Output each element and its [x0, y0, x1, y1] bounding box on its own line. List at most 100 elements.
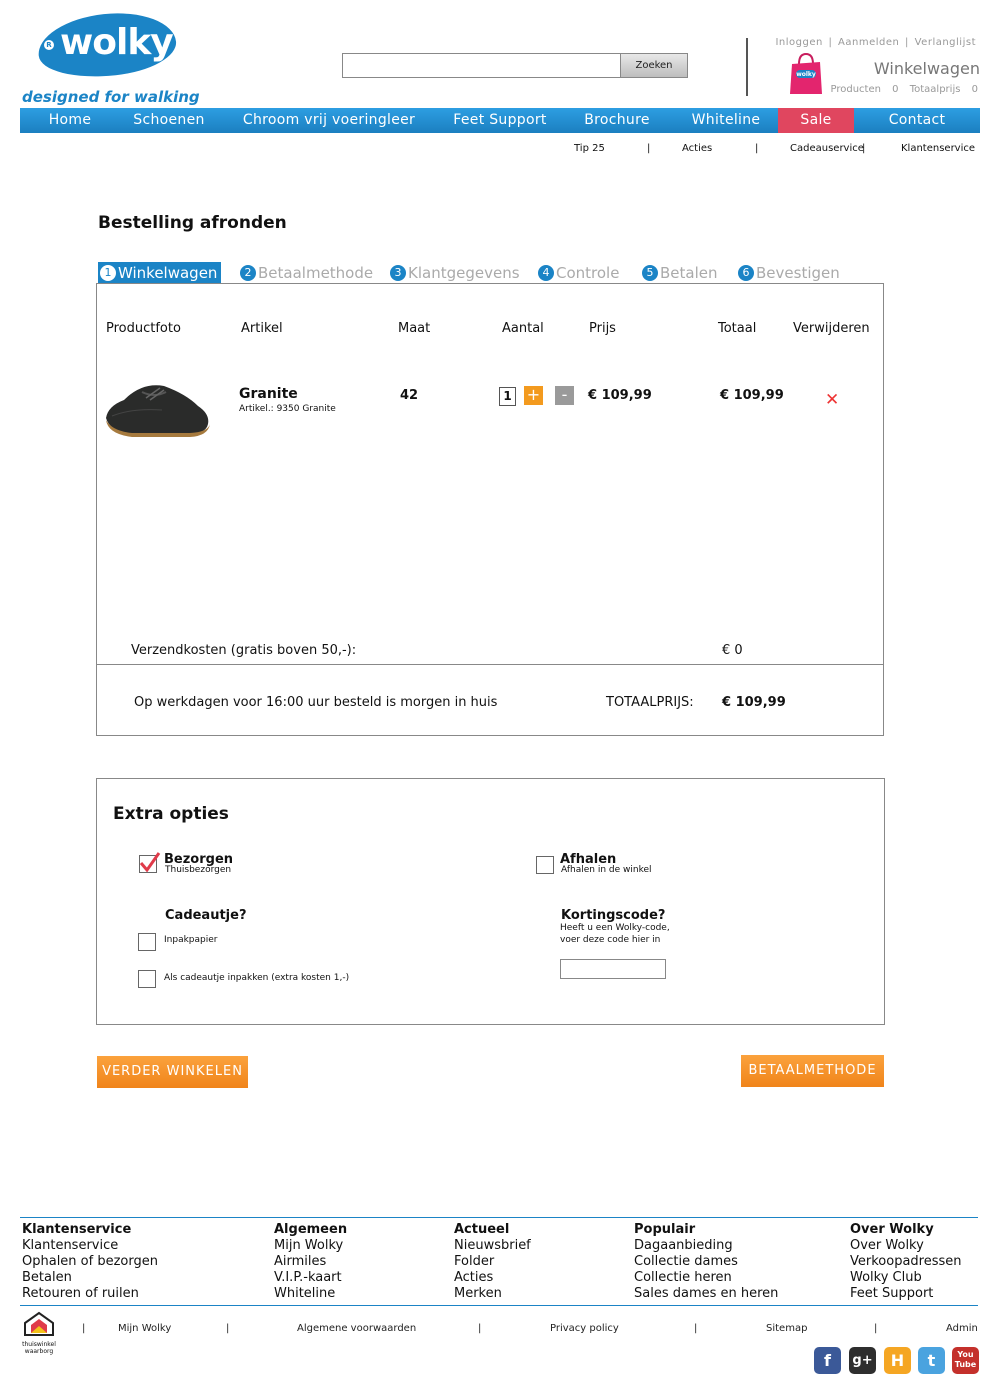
step-winkelwagen[interactable]: 1 Winkelwagen [98, 262, 222, 283]
bezorgen-sub: Thuisbezorgen [165, 865, 232, 875]
footer-link[interactable]: Whiteline [274, 1286, 347, 1302]
cadeau-inpakken-label: Als cadeautje inpakken (extra kosten 1,-… [164, 973, 350, 983]
hyves-icon[interactable]: H [884, 1347, 911, 1374]
footer-link[interactable]: Feet Support [850, 1286, 962, 1302]
col-header-artikel: Artikel [241, 321, 283, 336]
subnav-sep: | [647, 143, 651, 154]
footer-link[interactable]: V.I.P.-kaart [274, 1270, 347, 1286]
col-header-aantal: Aantal [502, 321, 544, 336]
quantity-field[interactable]: 1 [499, 387, 516, 406]
footer-link[interactable]: Folder [454, 1254, 531, 1270]
footer-link[interactable]: Klantenservice [22, 1238, 158, 1254]
registered-mark: R [44, 40, 54, 50]
search-button[interactable]: Zoeken [620, 53, 688, 78]
footer-link[interactable]: Sales dames en heren [634, 1286, 778, 1302]
footer-link[interactable]: Wolky Club [850, 1270, 962, 1286]
footer-link[interactable]: Betalen [22, 1270, 158, 1286]
footer-link[interactable]: Retouren of ruilen [22, 1286, 158, 1302]
footer-col-algemeen: Algemeen Mijn Wolky Airmiles V.I.P.-kaar… [274, 1222, 347, 1302]
step-label: Winkelwagen [118, 263, 218, 282]
search-input[interactable] [342, 53, 622, 78]
continue-shopping-button[interactable]: VERDER WINKELEN [97, 1056, 248, 1088]
nav-feet-support[interactable]: Feet Support [440, 108, 560, 133]
subnav-cadeauservice[interactable]: Cadeauservice [790, 143, 864, 154]
badge-text: thuiswinkel [22, 1341, 56, 1348]
nav-schoenen[interactable]: Schoenen [120, 108, 218, 133]
payment-method-button[interactable]: BETAALMETHODE [741, 1055, 884, 1087]
step-betaalmethode[interactable]: 2 Betaalmethode [240, 262, 373, 283]
quantity-increase-button[interactable]: + [524, 386, 543, 405]
footer-link-admin[interactable]: Admin [946, 1323, 978, 1334]
wishlist-link[interactable]: Verlanglijst [915, 37, 976, 48]
footer-link[interactable]: Merken [454, 1286, 531, 1302]
footer-link[interactable]: Nieuwsbrief [454, 1238, 531, 1254]
header-divider [746, 38, 748, 96]
step-label: Controle [556, 263, 620, 282]
footer-link[interactable]: Mijn Wolky [274, 1238, 347, 1254]
footer-link[interactable]: Ophalen of bezorgen [22, 1254, 158, 1270]
subnav-klantenservice[interactable]: Klantenservice [901, 143, 975, 154]
step-label: Betaalmethode [258, 263, 374, 282]
product-name[interactable]: Granite [239, 386, 298, 402]
thuiswinkel-house-icon [24, 1311, 54, 1336]
thuiswinkel-badge[interactable]: thuiswinkel waarborg [21, 1311, 57, 1355]
nav-chroom-vrij[interactable]: Chroom vrij voeringleer [218, 108, 440, 133]
subnav-acties[interactable]: Acties [682, 143, 712, 154]
footer-link-voorwaarden[interactable]: Algemene voorwaarden [297, 1323, 416, 1334]
footer-col-actueel: Actueel Nieuwsbrief Folder Acties Merken [454, 1222, 531, 1302]
col-header-verwijderen: Verwijderen [793, 321, 870, 336]
footer-link-privacy[interactable]: Privacy policy [550, 1323, 619, 1334]
cart-title[interactable]: Winkelwagen [874, 59, 980, 78]
bezorgen-checkbox[interactable] [139, 852, 161, 873]
product-total: € 109,99 [720, 388, 784, 403]
google-plus-icon[interactable]: g+ [849, 1347, 876, 1374]
afhalen-checkbox[interactable] [536, 856, 554, 874]
footer-heading: Over Wolky [850, 1222, 934, 1237]
total-price-value: 0 [971, 84, 978, 95]
nav-home[interactable]: Home [20, 108, 120, 133]
total-value: € 109,99 [722, 695, 786, 710]
step-controle[interactable]: 4 Controle [538, 262, 619, 283]
products-count: 0 [892, 84, 899, 95]
subnav-sep: | [755, 143, 759, 154]
step-klantgegevens[interactable]: 3 Klantgegevens [390, 262, 520, 283]
tagline: designed for walking [22, 88, 200, 106]
col-header-productfoto: Productfoto [106, 321, 181, 336]
twitter-icon[interactable]: t [918, 1347, 945, 1374]
footer-link[interactable]: Collectie heren [634, 1270, 778, 1286]
footer-link[interactable]: Airmiles [274, 1254, 347, 1270]
total-label: TOTAALPRIJS: [606, 695, 694, 710]
remove-item-icon[interactable]: ✕ [825, 390, 839, 410]
nav-contact[interactable]: Contact [854, 108, 980, 133]
login-link[interactable]: Inloggen [775, 37, 822, 48]
footer-link-sitemap[interactable]: Sitemap [766, 1323, 807, 1334]
page-title: Bestelling afronden [98, 213, 287, 233]
footer-link-mijn-wolky[interactable]: Mijn Wolky [118, 1323, 171, 1334]
footer-link[interactable]: Acties [454, 1270, 531, 1286]
footer-link[interactable]: Collectie dames [634, 1254, 778, 1270]
nav-whiteline[interactable]: Whiteline [674, 108, 778, 133]
quantity-decrease-button[interactable]: - [555, 386, 574, 405]
facebook-icon[interactable]: f [814, 1347, 841, 1374]
footer-heading: Populair [634, 1222, 696, 1237]
subnav-tip25[interactable]: Tip 25 [574, 143, 605, 154]
footer-link[interactable]: Over Wolky [850, 1238, 962, 1254]
footer-link[interactable]: Verkoopadressen [850, 1254, 962, 1270]
cadeau-inpakken-checkbox[interactable] [138, 970, 156, 988]
footer-top-line [20, 1217, 978, 1218]
footer-link[interactable]: Dagaanbieding [634, 1238, 778, 1254]
discount-code-input[interactable] [560, 959, 666, 979]
product-photo[interactable] [102, 376, 212, 442]
inpakpapier-checkbox[interactable] [138, 933, 156, 951]
divider [97, 664, 883, 665]
youtube-icon[interactable]: You Tube [952, 1347, 979, 1374]
footer-col-over-wolky: Over Wolky Over Wolky Verkoopadressen Wo… [850, 1222, 962, 1302]
shopping-bag-icon[interactable]: wolky [789, 52, 823, 96]
register-link[interactable]: Aanmelden [838, 37, 899, 48]
nav-sale[interactable]: Sale [778, 108, 854, 133]
step-bevestigen[interactable]: 6 Bevestigen [738, 262, 840, 283]
nav-brochure[interactable]: Brochure [560, 108, 674, 133]
footer-heading: Algemeen [274, 1222, 348, 1237]
footer-sep: | [694, 1323, 698, 1334]
step-betalen[interactable]: 5 Betalen [642, 262, 718, 283]
